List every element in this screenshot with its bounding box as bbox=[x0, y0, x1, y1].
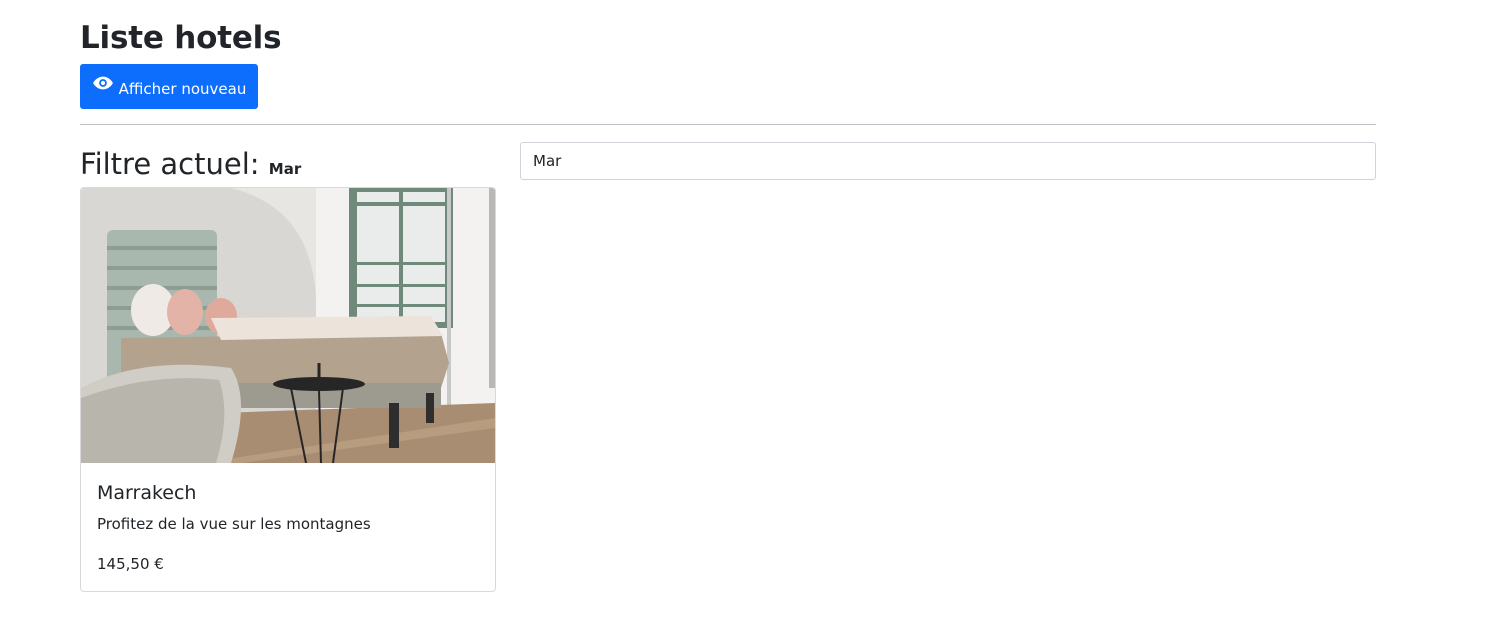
current-filter-value: Mar bbox=[268, 160, 302, 178]
hotel-description: Profitez de la vue sur les montagnes bbox=[97, 515, 371, 533]
filter-heading: Filtre actuel: Mar bbox=[80, 146, 301, 187]
filter-heading-label: Filtre actuel: bbox=[80, 147, 260, 181]
hotel-card[interactable]: Marrakech Profitez de la vue sur les mon… bbox=[80, 187, 496, 592]
search-input[interactable] bbox=[520, 142, 1376, 180]
hotel-name: Marrakech bbox=[97, 482, 197, 504]
eye-icon bbox=[92, 72, 114, 94]
page-title: Liste hotels bbox=[80, 20, 282, 56]
hotel-room-photo bbox=[81, 188, 495, 463]
divider bbox=[80, 124, 1376, 125]
show-new-button[interactable]: Afficher nouveau bbox=[80, 64, 258, 109]
show-new-label: Afficher nouveau bbox=[118, 79, 247, 98]
hotel-price: 145,50 € bbox=[97, 555, 164, 573]
